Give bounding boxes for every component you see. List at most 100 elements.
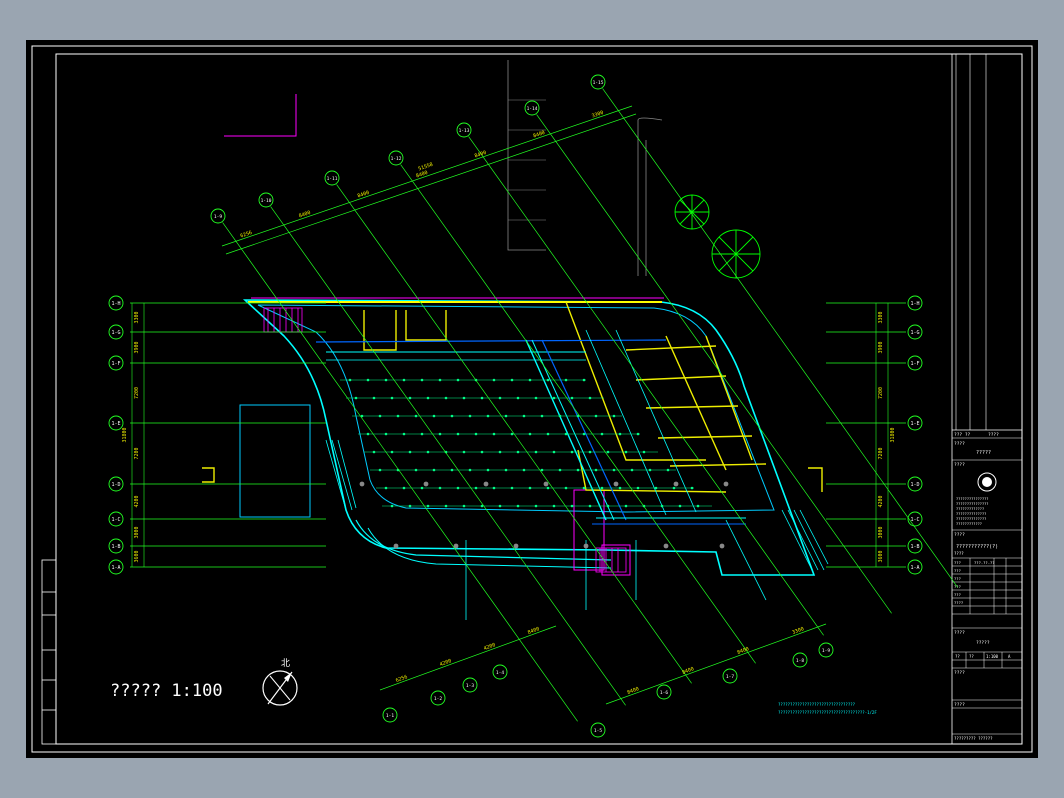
column-marker [613, 481, 619, 487]
axis-grid [108, 74, 958, 738]
sprinkler-head [426, 450, 430, 454]
sprinkler-head [366, 378, 370, 382]
column-axis-line [270, 206, 626, 706]
row-axis-label: 1-B [111, 544, 120, 550]
sprinkler-head [570, 504, 574, 508]
row-dim-label: 4200 [134, 495, 140, 507]
room-partitions [202, 301, 823, 493]
sprinkler-head [408, 504, 412, 508]
sprinkler-head [462, 396, 466, 400]
sprinkler-rows [340, 378, 712, 508]
sprinkler-head [474, 486, 478, 490]
sprinkler-head [468, 414, 472, 418]
column-marker [583, 543, 589, 549]
sprinkler-head [516, 450, 520, 454]
sprinkler-head [534, 396, 538, 400]
row-axis-label: 1-C [111, 517, 120, 523]
tb-label-stage: ???? [954, 630, 965, 636]
sprinkler-head [420, 486, 424, 490]
tb-header-right: ???? [988, 432, 999, 438]
tb-label-project: ???? [954, 441, 965, 447]
row-axis-label: 1-D [111, 482, 120, 488]
sprinkler-head [498, 504, 502, 508]
column-axis-label: 1-2 [434, 696, 442, 702]
tb-company-line: ??????????????? [956, 502, 988, 506]
column-axis-label: 1-5 [594, 728, 602, 734]
row-dim-label: 3600 [878, 550, 884, 562]
sprinkler-head [600, 432, 604, 436]
sprinkler-head [516, 504, 520, 508]
dim-line-top [225, 113, 637, 255]
tb-stage-value: ????? [976, 640, 990, 646]
sprinkler-head [570, 396, 574, 400]
sprinkler-head [630, 468, 634, 472]
tb-header-left: ??? ?? [954, 432, 971, 438]
tb-label-date: ???? [954, 702, 965, 708]
sprinkler-head [636, 432, 640, 436]
tb-label-client: ???? [954, 462, 965, 468]
row-dim-label: 7200 [134, 447, 140, 459]
tb-row-key: ??? [954, 576, 961, 581]
row-dim-label: 4200 [878, 495, 884, 507]
column-axis-label: 1-13 [459, 128, 470, 134]
column-axis-label: 1-6 [660, 690, 668, 696]
sprinkler-head [546, 378, 550, 382]
sprinkler-head [528, 432, 532, 436]
drawing-canvas[interactable]: ??? ?? ???? ???? ????? ???? ????????????… [26, 40, 1038, 758]
bottom-note-1: ???????????????????????????????? [778, 702, 856, 707]
row-axis-label: 1-E [910, 421, 919, 427]
row-total-label: 31800 [890, 427, 896, 442]
sprinkler-head [552, 504, 556, 508]
sprinkler-head [636, 486, 640, 490]
row-dim-label: 3900 [878, 341, 884, 353]
row-dim-label: 3600 [134, 550, 140, 562]
sprinkler-head [564, 432, 568, 436]
sprinkler-head [612, 468, 616, 472]
sprinkler-head [402, 486, 406, 490]
tree-icon [674, 194, 761, 279]
row-dim-label: 7200 [134, 387, 140, 399]
tb-footer: ????????? ?????? [954, 736, 993, 741]
sprinkler-head [492, 486, 496, 490]
sprinkler-head [558, 468, 562, 472]
column-axis-label: 1-12 [391, 156, 402, 162]
column-axis-label: 1-14 [527, 106, 538, 112]
sprinkler-head [540, 414, 544, 418]
sprinkler-head [414, 414, 418, 418]
column-axis-label: 1-7 [726, 674, 734, 680]
tb-company-line: ???????????? [956, 522, 982, 526]
sprinkler-head [504, 468, 508, 472]
sprinkler-head [378, 468, 382, 472]
sprinkler-head [552, 450, 556, 454]
row-total-label: 31800 [122, 427, 128, 442]
sprinkler-head [522, 414, 526, 418]
row-axis-label: 1-D [910, 482, 919, 488]
row-axis-label: 1-A [910, 565, 919, 571]
sprinkler-head [594, 414, 598, 418]
sprinkler-head [654, 486, 658, 490]
sprinkler-head [486, 468, 490, 472]
column-axis-line [400, 164, 756, 664]
sprinkler-head [546, 432, 550, 436]
column-marker [359, 481, 365, 487]
column-marker [723, 481, 729, 487]
column-axis-label: 1-9 [822, 648, 830, 654]
row-axis-label: 1-F [111, 361, 120, 367]
tb-project-name: ????? [976, 450, 991, 456]
sprinkler-head [528, 378, 532, 382]
sprinkler-head [462, 504, 466, 508]
sprinkler-head [678, 504, 682, 508]
floor-plan-svg: ??? ?? ???? ???? ????? ???? ????????????… [31, 45, 1033, 753]
sprinkler-head [588, 396, 592, 400]
sprinkler-head [564, 378, 568, 382]
sprinkler-head [438, 486, 442, 490]
sprinkler-head [372, 450, 376, 454]
row-axis-label: 1-A [111, 565, 120, 571]
sprinkler-head [480, 396, 484, 400]
sprinkler-head [522, 468, 526, 472]
column-marker [423, 481, 429, 487]
column-marker [513, 543, 519, 549]
sprinkler-head [594, 468, 598, 472]
sprinkler-head [510, 486, 514, 490]
sprinkler-head [456, 486, 460, 490]
